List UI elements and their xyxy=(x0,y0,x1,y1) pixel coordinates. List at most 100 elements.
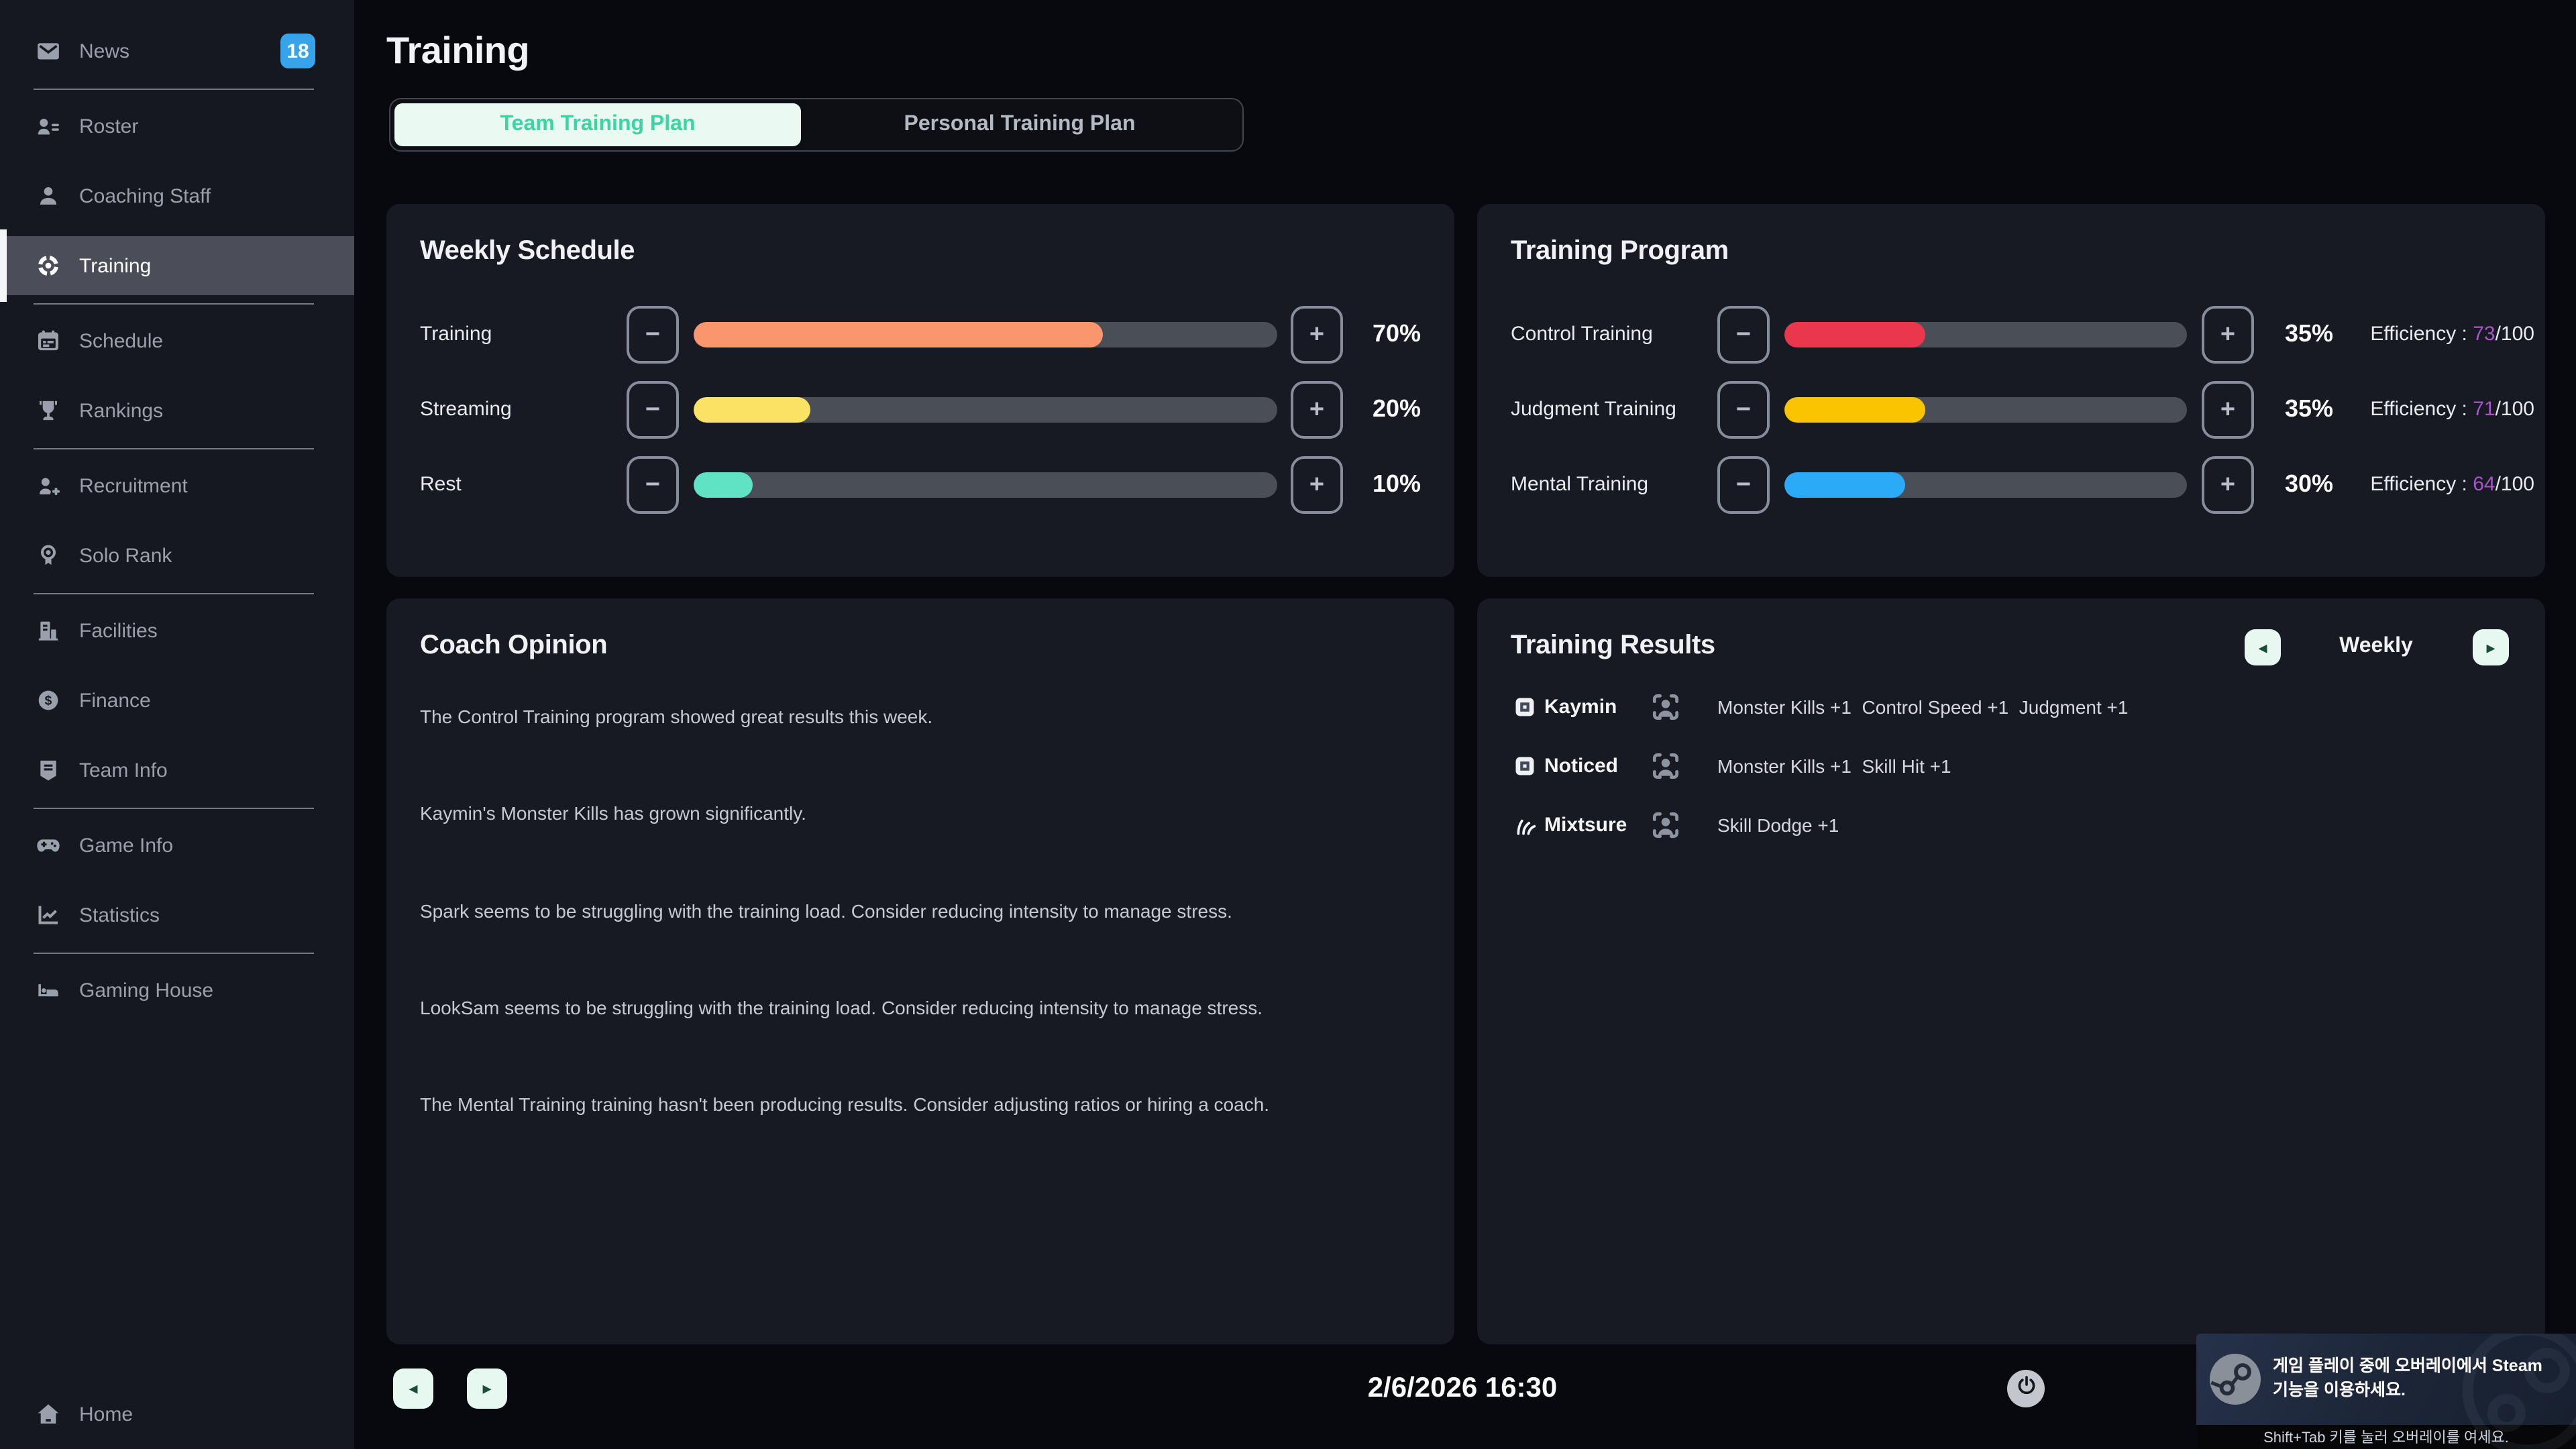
sidebar-item-rankings[interactable]: Rankings xyxy=(0,381,354,440)
news-badge: 18 xyxy=(280,34,315,68)
sidebar-item-news[interactable]: News 18 xyxy=(0,21,354,80)
slider-fill xyxy=(694,397,810,423)
decrease-button[interactable]: − xyxy=(627,381,679,439)
sidebar-item-roster[interactable]: Roster xyxy=(0,97,354,156)
page-next-button[interactable]: ▸ xyxy=(467,1368,507,1409)
slider-track xyxy=(1784,322,2187,347)
sidebar-item-label: Finance xyxy=(79,689,151,712)
decrease-button[interactable]: − xyxy=(1717,381,1770,439)
slider-track xyxy=(694,322,1277,347)
tab-personal-training-plan[interactable]: Personal Training Plan xyxy=(801,103,1238,146)
chevron-left-icon: ◂ xyxy=(409,1378,417,1399)
increase-button[interactable]: + xyxy=(2202,381,2254,439)
chevron-right-icon: ▸ xyxy=(482,1378,491,1399)
sidebar-divider xyxy=(34,808,314,809)
slider-fill xyxy=(1784,322,1925,347)
sidebar-item-label: Coaching Staff xyxy=(79,184,211,207)
coach-opinion-line: LookSam seems to be struggling with the … xyxy=(420,997,1421,1018)
sidebar-item-training[interactable]: Training xyxy=(0,236,354,295)
period-next-button[interactable]: ▸ xyxy=(2473,629,2509,665)
slider-fill xyxy=(1784,472,1905,498)
steam-logo-icon xyxy=(2210,1354,2261,1405)
sidebar-item-solo-rank[interactable]: Solo Rank xyxy=(0,526,354,585)
sidebar-item-label: News xyxy=(79,40,129,62)
slider-track xyxy=(1784,472,2187,498)
percent-value: 70% xyxy=(1373,320,1421,348)
role-grass-icon xyxy=(1513,814,1536,837)
increase-button[interactable]: + xyxy=(2202,456,2254,514)
building-icon xyxy=(35,617,62,644)
slider-row-rest: Rest − + 10% xyxy=(386,455,1454,514)
slider-row-training: Training − + 70% xyxy=(386,305,1454,364)
sidebar: News 18 Roster Coaching Staff Training xyxy=(0,0,354,1449)
sidebar-item-label: Statistics xyxy=(79,904,160,926)
efficiency-value: 73 xyxy=(2473,323,2495,345)
sidebar-item-schedule[interactable]: Schedule xyxy=(0,311,354,370)
sidebar-item-game-info[interactable]: Game Info xyxy=(0,816,354,875)
sidebar-item-label: Game Info xyxy=(79,834,173,857)
page-prev-button[interactable]: ◂ xyxy=(393,1368,433,1409)
sidebar-item-label: Team Info xyxy=(79,759,168,782)
slider-label: Streaming xyxy=(420,398,512,421)
increase-button[interactable]: + xyxy=(1291,456,1343,514)
decrease-button[interactable]: − xyxy=(627,456,679,514)
sidebar-item-coaching-staff[interactable]: Coaching Staff xyxy=(0,166,354,225)
player-avatar-icon xyxy=(1649,808,1682,842)
sidebar-divider xyxy=(34,303,314,305)
result-row: Noticed Monster Kills +1 Skill Hit +1 xyxy=(1477,737,2545,796)
percent-value: 10% xyxy=(1373,470,1421,498)
stat-gains: Monster Kills +1 Control Speed +1 Judgme… xyxy=(1717,696,2128,718)
sidebar-item-label: Training xyxy=(79,254,151,277)
training-program-panel: Training Program Control Training − + 35… xyxy=(1477,204,2545,577)
result-row: Mixtsure Skill Dodge +1 xyxy=(1477,796,2545,855)
sidebar-item-finance[interactable]: $ Finance xyxy=(0,671,354,730)
medal-icon xyxy=(35,542,62,569)
steam-toast-message: 게임 플레이 중에 오버레이에서 Steam 기능을 이용하세요. xyxy=(2273,1356,2568,1403)
decrease-button[interactable]: − xyxy=(1717,456,1770,514)
steam-toast-body: 게임 플레이 중에 오버레이에서 Steam 기능을 이용하세요. xyxy=(2196,1334,2576,1425)
sidebar-divider xyxy=(34,448,314,449)
stat-gains: Skill Dodge +1 xyxy=(1717,814,1839,836)
power-button[interactable] xyxy=(2007,1370,2045,1407)
sidebar-item-facilities[interactable]: Facilities xyxy=(0,601,354,660)
sidebar-item-label: Gaming House xyxy=(79,979,213,1002)
panel-title: Training Program xyxy=(1511,236,1729,267)
slider-label: Rest xyxy=(420,473,462,496)
weekly-schedule-panel: Weekly Schedule Training − + 70% Streami… xyxy=(386,204,1454,577)
slider-row-control-training: Control Training − + 35% Efficiency : 73… xyxy=(1477,305,2545,364)
decrease-button[interactable]: − xyxy=(627,306,679,364)
sidebar-item-recruitment[interactable]: Recruitment xyxy=(0,456,354,515)
slider-fill xyxy=(1784,397,1925,423)
slider-fill xyxy=(694,472,752,498)
trophy-icon xyxy=(35,397,62,424)
role-frame-icon xyxy=(1513,696,1536,718)
slider-fill xyxy=(694,322,1102,347)
training-results-panel: Training Results ◂ Weekly ▸ Kaymin Monst… xyxy=(1477,598,2545,1344)
banner-icon xyxy=(35,757,62,784)
tab-team-training-plan[interactable]: Team Training Plan xyxy=(394,103,801,146)
sidebar-item-label: Rankings xyxy=(79,399,163,422)
chevron-left-icon: ◂ xyxy=(2258,637,2267,658)
player-name: Noticed xyxy=(1544,755,1618,777)
panel-title: Weekly Schedule xyxy=(420,236,635,267)
sidebar-item-label: Home xyxy=(79,1403,133,1426)
roster-icon xyxy=(35,113,62,140)
increase-button[interactable]: + xyxy=(1291,306,1343,364)
sidebar-item-statistics[interactable]: Statistics xyxy=(0,885,354,945)
active-item-indicator xyxy=(0,229,7,302)
slider-label: Training xyxy=(420,323,492,345)
sidebar-item-gaming-house[interactable]: Gaming House xyxy=(0,961,354,1020)
period-prev-button[interactable]: ◂ xyxy=(2245,629,2281,665)
increase-button[interactable]: + xyxy=(2202,306,2254,364)
increase-button[interactable]: + xyxy=(1291,381,1343,439)
efficiency-readout: Efficiency : 71/100 xyxy=(2370,398,2534,421)
decrease-button[interactable]: − xyxy=(1717,306,1770,364)
sidebar-item-home[interactable]: Home xyxy=(0,1385,354,1444)
coach-opinion-line: The Control Training program showed grea… xyxy=(420,706,1421,727)
player-avatar-icon xyxy=(1649,749,1682,783)
power-icon xyxy=(2013,1373,2039,1405)
svg-text:$: $ xyxy=(45,694,52,708)
player-avatar-icon xyxy=(1649,690,1682,724)
efficiency-readout: Efficiency : 64/100 xyxy=(2370,473,2534,496)
sidebar-item-team-info[interactable]: Team Info xyxy=(0,741,354,800)
